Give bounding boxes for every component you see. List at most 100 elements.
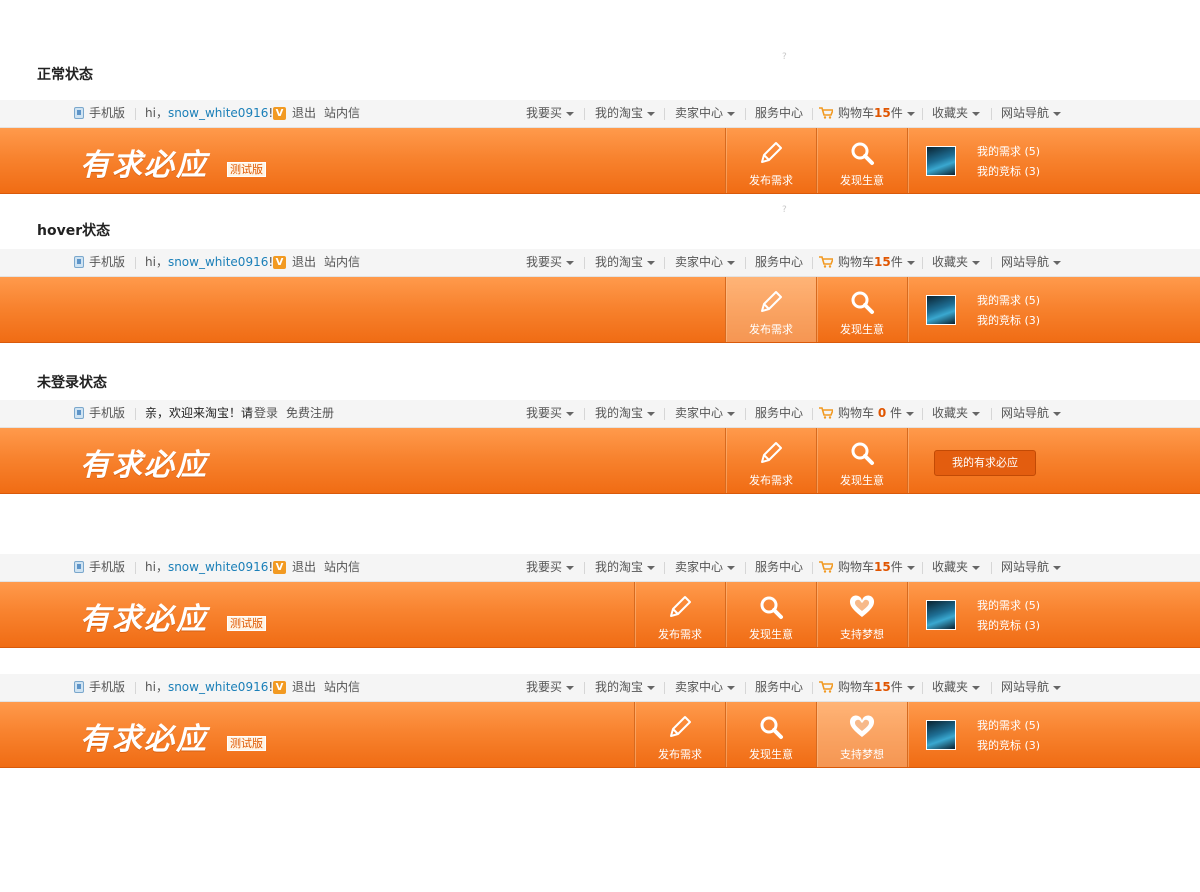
my-bids-link[interactable]: 我的竞标 (3)	[977, 163, 1040, 179]
discover-button[interactable]: 发现生意	[816, 428, 907, 493]
my-bids-link[interactable]: 我的竞标 (3)	[977, 617, 1040, 633]
divider	[584, 562, 585, 574]
menu-buy[interactable]: 我要买	[526, 554, 575, 581]
divider	[907, 277, 908, 342]
discover-button[interactable]: 发现生意	[725, 582, 816, 647]
discover-button[interactable]: 发现生意	[725, 702, 816, 767]
question-mark: ?	[782, 52, 787, 62]
cart-count: 15	[874, 255, 891, 269]
menu-site-nav[interactable]: 网站导航	[1001, 249, 1062, 276]
section-title-normal: 正常状态	[37, 67, 93, 83]
username-link[interactable]: snow_white0916	[168, 106, 268, 120]
menu-cart[interactable]: 购物车15件	[838, 100, 915, 127]
messages-link[interactable]: 站内信	[324, 674, 360, 701]
my-needs-link[interactable]: 我的需求 (5)	[977, 597, 1040, 613]
messages-link[interactable]: 站内信	[324, 249, 360, 276]
menu-site-nav[interactable]: 网站导航	[1001, 554, 1062, 581]
menu-site-nav[interactable]: 网站导航	[1001, 674, 1062, 701]
menu-site-nav[interactable]: 网站导航	[1001, 400, 1062, 427]
menu-seller-center[interactable]: 卖家中心	[675, 249, 736, 276]
support-button[interactable]: 支持梦想	[816, 702, 907, 767]
my-needs-link[interactable]: 我的需求 (5)	[977, 143, 1040, 159]
discover-button[interactable]: 发现生意	[816, 277, 907, 342]
messages-link[interactable]: 站内信	[324, 554, 360, 581]
menu-cart[interactable]: 购物车15件	[838, 554, 915, 581]
logout-link[interactable]: 退出	[292, 100, 316, 127]
header-logged-out: 手机版 亲，欢迎来淘宝！请 登录 免费注册 我要买 我的淘宝 卖家中心 服务中心…	[0, 400, 1200, 494]
menu-buy[interactable]: 我要买	[526, 674, 575, 701]
avatar[interactable]	[926, 600, 956, 630]
menu-my-taobao[interactable]: 我的淘宝	[595, 400, 656, 427]
publish-button[interactable]: 发布需求	[634, 582, 725, 647]
chevron-down-icon	[1053, 411, 1062, 416]
logo[interactable]: 有求必应	[80, 594, 208, 638]
publish-button[interactable]: 发布需求	[725, 128, 816, 193]
menu-my-taobao[interactable]: 我的淘宝	[595, 249, 656, 276]
logo[interactable]: 有求必应	[80, 140, 208, 184]
logo[interactable]: 有求必应	[80, 440, 208, 484]
chevron-down-icon	[906, 260, 915, 265]
my-needs-link[interactable]: 我的需求 (5)	[977, 292, 1040, 308]
logo[interactable]: 有求必应	[80, 714, 208, 758]
menu-cart[interactable]: 购物车15件	[838, 674, 915, 701]
menu-cart[interactable]: 购物车 0 件	[838, 400, 915, 427]
menu-service-center[interactable]: 服务中心	[755, 554, 803, 581]
menu-my-taobao[interactable]: 我的淘宝	[595, 100, 656, 127]
mobile-link[interactable]: 手机版	[89, 554, 125, 581]
menu-buy[interactable]: 我要买	[526, 100, 575, 127]
my-needs-link[interactable]: 我的需求 (5)	[977, 717, 1040, 733]
my-bids-link[interactable]: 我的竞标 (3)	[977, 737, 1040, 753]
login-link[interactable]: 登录	[254, 400, 278, 427]
mobile-link[interactable]: 手机版	[89, 249, 125, 276]
menu-favorites[interactable]: 收藏夹	[932, 249, 981, 276]
username-link[interactable]: snow_white0916	[168, 680, 268, 694]
divider	[745, 408, 746, 420]
publish-button[interactable]: 发布需求	[725, 428, 816, 493]
avatar[interactable]	[926, 720, 956, 750]
menu-cart[interactable]: 购物车15件	[838, 249, 915, 276]
menu-seller-center[interactable]: 卖家中心	[675, 400, 736, 427]
my-bids-link[interactable]: 我的竞标 (3)	[977, 312, 1040, 328]
menu-favorites[interactable]: 收藏夹	[932, 400, 981, 427]
username-link[interactable]: snow_white0916	[168, 255, 268, 269]
avatar[interactable]	[926, 146, 956, 176]
menu-my-taobao[interactable]: 我的淘宝	[595, 554, 656, 581]
logout-link[interactable]: 退出	[292, 674, 316, 701]
messages-link[interactable]: 站内信	[324, 100, 360, 127]
avatar[interactable]	[926, 295, 956, 325]
divider	[812, 257, 813, 269]
menu-favorites[interactable]: 收藏夹	[932, 554, 981, 581]
chevron-down-icon	[727, 111, 736, 116]
chevron-down-icon	[647, 685, 656, 690]
my-center-button[interactable]: 我的有求必应	[934, 450, 1036, 476]
mobile-link[interactable]: 手机版	[89, 674, 125, 701]
username-link[interactable]: snow_white0916	[168, 560, 268, 574]
menu-service-center[interactable]: 服务中心	[755, 400, 803, 427]
menu-service-center[interactable]: 服务中心	[755, 100, 803, 127]
menu-seller-center[interactable]: 卖家中心	[675, 554, 736, 581]
menu-service-center[interactable]: 服务中心	[755, 674, 803, 701]
mobile-link[interactable]: 手机版	[89, 100, 125, 127]
logout-link[interactable]: 退出	[292, 554, 316, 581]
menu-service-center[interactable]: 服务中心	[755, 249, 803, 276]
menu-seller-center[interactable]: 卖家中心	[675, 100, 736, 127]
mobile-link[interactable]: 手机版	[89, 400, 125, 427]
publish-label: 发布需求	[749, 323, 793, 336]
publish-button[interactable]: 发布需求	[725, 277, 816, 342]
beta-badge: 测试版	[227, 616, 266, 631]
publish-button[interactable]: 发布需求	[634, 702, 725, 767]
menu-favorites[interactable]: 收藏夹	[932, 100, 981, 127]
divider	[584, 408, 585, 420]
register-link[interactable]: 免费注册	[286, 400, 334, 427]
menu-buy[interactable]: 我要买	[526, 400, 575, 427]
support-label: 支持梦想	[840, 628, 884, 641]
menu-site-nav[interactable]: 网站导航	[1001, 100, 1062, 127]
menu-my-taobao[interactable]: 我的淘宝	[595, 674, 656, 701]
menu-favorites[interactable]: 收藏夹	[932, 674, 981, 701]
top-bar: 手机版 亲，欢迎来淘宝！请 登录 免费注册 我要买 我的淘宝 卖家中心 服务中心…	[0, 400, 1200, 428]
discover-button[interactable]: 发现生意	[816, 128, 907, 193]
logout-link[interactable]: 退出	[292, 249, 316, 276]
menu-seller-center[interactable]: 卖家中心	[675, 674, 736, 701]
support-button[interactable]: 支持梦想	[816, 582, 907, 647]
menu-buy[interactable]: 我要买	[526, 249, 575, 276]
